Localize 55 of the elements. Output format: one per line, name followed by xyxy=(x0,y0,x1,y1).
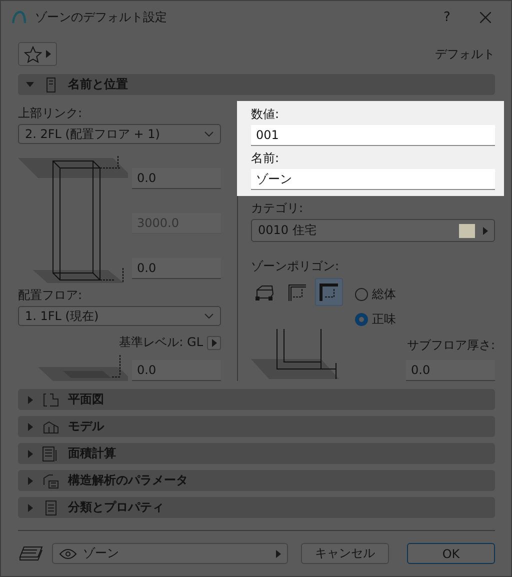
caret-icon xyxy=(483,226,488,234)
section-header[interactable]: 面積計算 xyxy=(18,443,495,464)
expand-icon xyxy=(28,396,32,404)
section-header[interactable]: 平面図 xyxy=(18,389,495,410)
help-button[interactable]: ? xyxy=(432,10,462,24)
radio-option[interactable]: 正味 xyxy=(355,311,396,328)
section-header[interactable]: 名前と位置 xyxy=(18,74,495,95)
cancel-button[interactable]: キャンセル xyxy=(301,543,389,564)
radio-option[interactable]: 総体 xyxy=(355,286,396,303)
caret-icon xyxy=(212,338,216,346)
number-field[interactable]: 001 xyxy=(251,125,495,146)
bottom-offset-field[interactable]: 0.0 xyxy=(132,258,221,279)
ok-button[interactable]: OK xyxy=(407,543,495,564)
expand-icon xyxy=(28,476,32,484)
favorites-button[interactable] xyxy=(18,42,57,66)
top-offset-field[interactable]: 0.0 xyxy=(132,168,221,189)
star-icon xyxy=(24,46,42,62)
field-label: 数値: xyxy=(251,106,280,122)
field-label: 上部リンク: xyxy=(18,105,84,121)
eye-icon xyxy=(59,548,77,558)
field-label: サブフロア厚さ: xyxy=(406,337,495,354)
field-label: カテゴリ: xyxy=(251,200,304,216)
window-title: ゾーンのデフォルト設定 xyxy=(35,8,168,26)
polygon-tool[interactable] xyxy=(315,278,343,306)
base-offset-field[interactable]: 0.0 xyxy=(132,360,221,381)
expand-icon xyxy=(28,504,32,512)
caret-icon xyxy=(276,550,281,558)
reference-level-button[interactable] xyxy=(207,336,221,350)
plan-icon xyxy=(42,392,60,408)
layer-dropdown[interactable]: ゾーン xyxy=(52,543,288,564)
home-story-dropdown[interactable]: 1. 1FL (現在) xyxy=(18,306,221,326)
caret-icon xyxy=(46,50,51,58)
section-header[interactable]: モデル xyxy=(18,416,495,437)
corner-icon xyxy=(286,282,308,302)
field-label: 名前: xyxy=(251,150,280,166)
preset-label: デフォルト xyxy=(435,46,495,62)
reference-level-label: 基準レベル: GL xyxy=(119,334,203,351)
close-icon[interactable] xyxy=(480,12,491,22)
category-dropdown[interactable]: 0010 住宅 xyxy=(251,219,495,242)
field-label: ゾーンポリゴン: xyxy=(251,258,340,274)
layers-icon xyxy=(18,544,44,562)
section-header[interactable]: 構造解析のパラメータ xyxy=(18,470,495,491)
collapse-icon xyxy=(26,82,34,87)
expand-icon xyxy=(28,422,32,430)
corner-icon xyxy=(318,282,340,302)
top-link-dropdown[interactable]: 2. 2FL (配置フロア + 1) xyxy=(18,124,221,144)
chevron-icon xyxy=(204,313,214,319)
model-icon xyxy=(42,418,60,434)
section-header[interactable]: 分類とプロパティ xyxy=(18,497,495,518)
app-icon xyxy=(11,10,27,24)
expand-icon xyxy=(28,450,32,458)
name-field[interactable]: ゾーン xyxy=(251,169,495,190)
subfloor-field[interactable]: 0.0 xyxy=(406,360,495,381)
chevron-icon xyxy=(204,131,214,137)
field-label: 配置フロア: xyxy=(18,287,84,303)
